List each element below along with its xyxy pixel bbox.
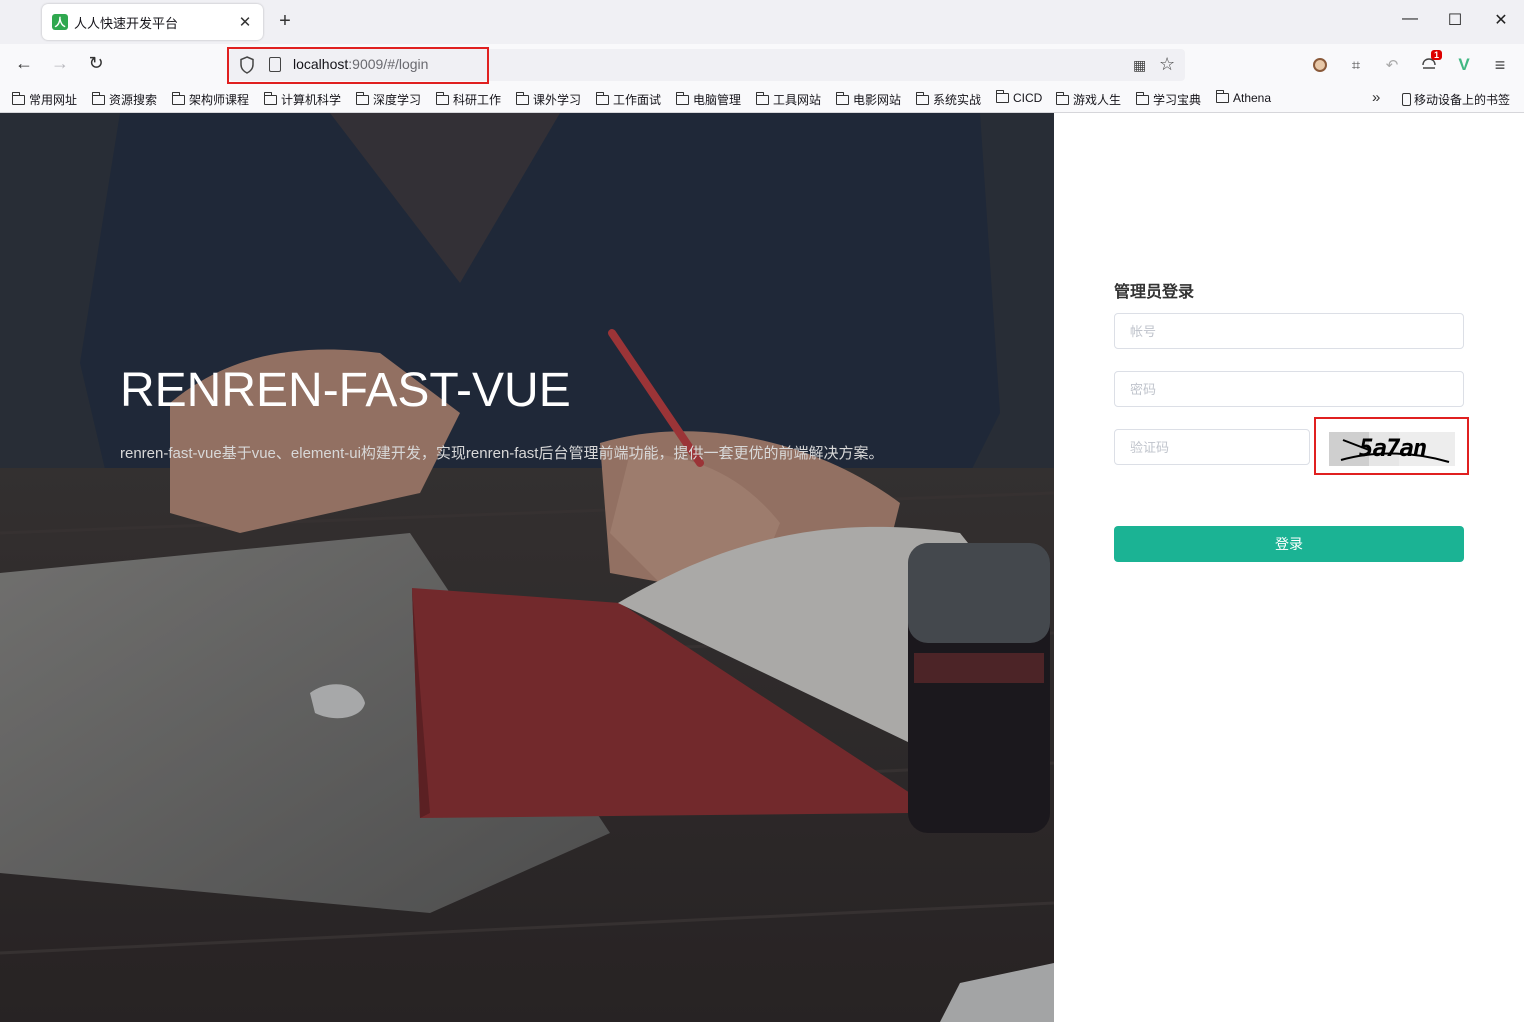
folder-icon: [1056, 91, 1069, 105]
bookmark-folder-1[interactable]: 资源搜索: [92, 91, 157, 108]
bookmark-label: 资源搜索: [109, 93, 158, 107]
bookmark-folder-12[interactable]: CICD: [996, 90, 1043, 105]
bookmark-folder-14[interactable]: 学习宝典: [1136, 91, 1201, 108]
bookmark-label: 工具网站: [773, 93, 822, 107]
captcha-image[interactable]: 5a7an: [1329, 432, 1455, 466]
bookmark-label: Athena: [1233, 91, 1272, 105]
bookmark-folder-3[interactable]: 计算机科学: [264, 91, 341, 108]
login-button[interactable]: 登录: [1114, 526, 1464, 562]
folder-icon: [264, 91, 277, 105]
folder-icon: [1136, 91, 1149, 105]
mobile-bookmarks-label: 移动设备上的书签: [1414, 93, 1511, 107]
bookmark-folder-10[interactable]: 电影网站: [836, 91, 901, 108]
bookmark-label: 架构师课程: [189, 93, 250, 107]
folder-icon: [92, 91, 105, 105]
mobile-bookmarks[interactable]: 移动设备上的书签: [1402, 91, 1510, 108]
folder-icon: [356, 91, 369, 105]
bookmark-label: 电影网站: [853, 93, 902, 107]
folder-icon: [836, 91, 849, 105]
vue-devtools-icon[interactable]: V: [1453, 54, 1475, 76]
bookmark-folder-5[interactable]: 科研工作: [436, 91, 501, 108]
folder-icon: [596, 91, 609, 105]
undo-extension-icon[interactable]: ↶: [1381, 54, 1403, 76]
tab-title: 人人快速开发平台: [74, 15, 179, 31]
brand-description: renren-fast-vue基于vue、element-ui构建开发，实现re…: [120, 445, 884, 462]
crop-extension-icon[interactable]: ⌗: [1345, 54, 1367, 76]
tab-close-icon[interactable]: ✕: [237, 13, 253, 31]
folder-icon: [756, 91, 769, 105]
bookmark-folder-6[interactable]: 课外学习: [516, 91, 581, 108]
bookmark-label: 电脑管理: [693, 93, 742, 107]
folder-icon: [1216, 90, 1229, 103]
bookmark-folder-0[interactable]: 常用网址: [12, 91, 77, 108]
bookmark-label: 学习宝典: [1153, 93, 1202, 107]
bookmark-folder-15[interactable]: Athena: [1216, 90, 1272, 105]
folder-icon: [516, 91, 529, 105]
captcha-text: 5a7an: [1359, 434, 1427, 462]
url-highlight-box: [227, 47, 489, 84]
bookmark-folder-11[interactable]: 系统实战: [916, 91, 981, 108]
extension-badge: 1: [1430, 50, 1442, 60]
login-panel: 管理员登录 5a7an 登录: [1054, 113, 1524, 1022]
bookmark-folder-13[interactable]: 游戏人生: [1056, 91, 1121, 108]
username-input[interactable]: [1114, 313, 1464, 349]
browser-tab-strip: 人 人人快速开发平台 ✕ + — ☐ ✕: [0, 0, 1524, 44]
avatar: [1313, 58, 1327, 72]
bookmark-label: 工作面试: [613, 93, 662, 107]
folder-icon: [916, 91, 929, 105]
folder-icon: [172, 91, 185, 105]
captcha-input[interactable]: [1114, 429, 1310, 465]
bookmarks-bar: 常用网址 资源搜索 架构师课程 计算机科学 深度学习 科研工作 课外学习 工作面试 电脑管理 工具…: [0, 86, 1524, 113]
reload-button[interactable]: ↻: [84, 53, 108, 74]
close-window-button[interactable]: ✕: [1489, 10, 1513, 30]
folder-icon: [676, 91, 689, 105]
phone-icon: [1402, 93, 1411, 106]
back-button[interactable]: ←: [12, 53, 36, 74]
bookmark-folder-8[interactable]: 电脑管理: [676, 91, 741, 108]
bookmark-label: 计算机科学: [281, 93, 342, 107]
folder-icon: [996, 90, 1009, 103]
bookmark-label: 常用网址: [29, 93, 78, 107]
bookmark-label: 科研工作: [453, 93, 502, 107]
bookmark-folder-7[interactable]: 工作面试: [596, 91, 661, 108]
brand-title: RENREN-FAST-VUE: [120, 364, 571, 417]
bookmark-label: 游戏人生: [1073, 93, 1122, 107]
hero-background: RENREN-FAST-VUE renren-fast-vue基于vue、ele…: [0, 113, 1054, 1022]
password-input[interactable]: [1114, 371, 1464, 407]
bookmark-star-icon[interactable]: ☆: [1159, 54, 1175, 75]
hero-overlay: [0, 113, 1054, 1022]
folder-icon: [12, 91, 25, 105]
login-title: 管理员登录: [1114, 284, 1195, 301]
bookmark-label: CICD: [1013, 91, 1043, 105]
translate-extension-icon[interactable]: 1: [1418, 50, 1442, 76]
bookmark-label: 系统实战: [933, 93, 982, 107]
bookmarks-overflow-icon[interactable]: »: [1372, 89, 1380, 106]
tab-favicon-icon: 人: [52, 14, 68, 30]
profile-extension-icon[interactable]: [1309, 54, 1331, 76]
bookmark-folder-4[interactable]: 深度学习: [356, 91, 421, 108]
menu-icon[interactable]: ≡: [1489, 54, 1511, 76]
active-tab[interactable]: 人 人人快速开发平台 ✕: [42, 4, 263, 40]
bookmark-label: 课外学习: [533, 93, 582, 107]
maximize-button[interactable]: ☐: [1443, 10, 1467, 30]
bookmark-folder-2[interactable]: 架构师课程: [172, 91, 249, 108]
forward-button[interactable]: →: [48, 53, 72, 74]
folder-icon: [436, 91, 449, 105]
bookmark-label: 深度学习: [373, 93, 422, 107]
qr-code-icon[interactable]: ▦: [1133, 57, 1146, 74]
bookmark-folder-9[interactable]: 工具网站: [756, 91, 821, 108]
minimize-button[interactable]: —: [1398, 10, 1422, 28]
new-tab-button[interactable]: +: [274, 10, 296, 33]
